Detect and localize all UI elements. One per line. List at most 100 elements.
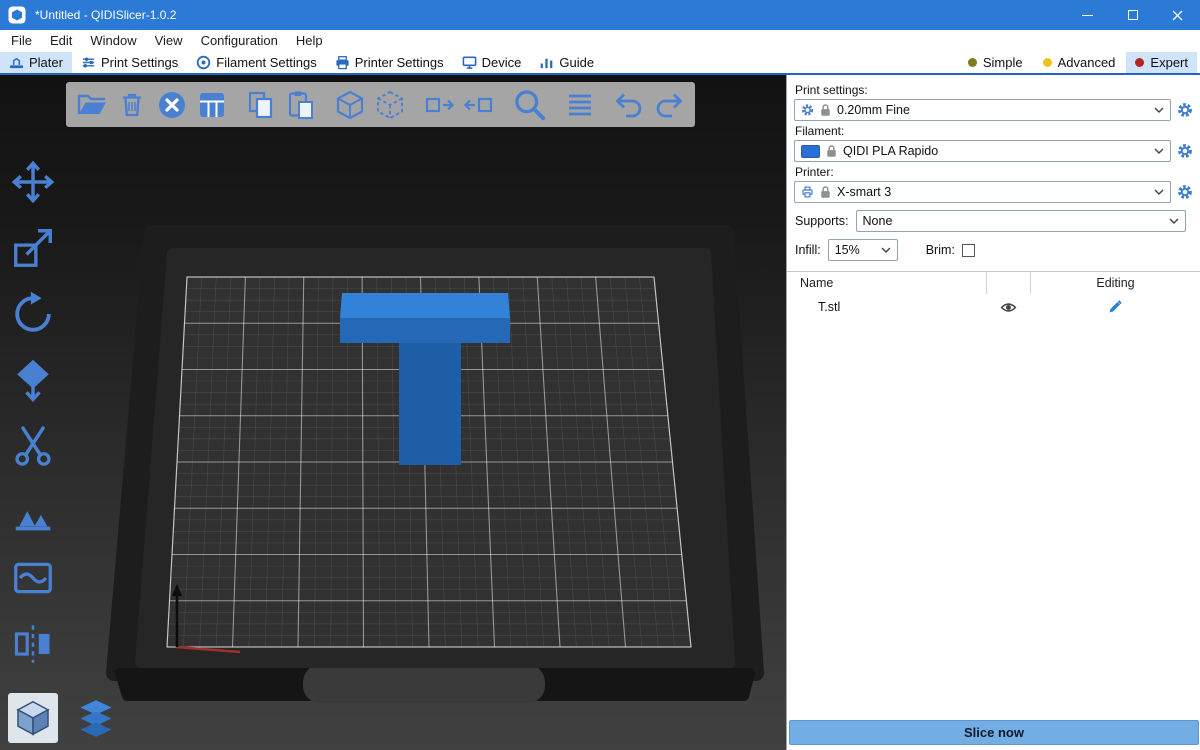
tab-device[interactable]: Device	[453, 52, 531, 73]
place-on-face-icon	[10, 357, 56, 403]
filament-value: QIDI PLA Rapido	[843, 144, 1149, 158]
delete-all-icon	[156, 89, 188, 121]
view-toggles	[8, 693, 121, 743]
window-controls	[1065, 0, 1200, 30]
tab-label: Filament Settings	[216, 55, 316, 70]
brim-label: Brim:	[926, 243, 955, 257]
print-settings-select[interactable]: 0.20mm Fine	[794, 99, 1171, 121]
minimize-button[interactable]	[1065, 0, 1110, 30]
printer-select[interactable]: X-smart 3	[794, 181, 1171, 203]
menu-file[interactable]: File	[2, 30, 41, 52]
print-settings-value: 0.20mm Fine	[837, 103, 1149, 117]
paint-supports-tool[interactable]	[10, 489, 56, 535]
remove-instance-button[interactable]	[463, 89, 495, 121]
arrange-button[interactable]	[196, 89, 228, 121]
window-title: *Untitled - QIDISlicer-1.0.2	[35, 8, 176, 22]
menu-window[interactable]: Window	[81, 30, 145, 52]
tab-guide[interactable]: Guide	[530, 52, 603, 73]
mode-expert[interactable]: Expert	[1126, 52, 1197, 73]
delete-button[interactable]	[116, 89, 148, 121]
split-to-objects-button[interactable]	[334, 89, 366, 121]
mode-label: Simple	[983, 55, 1023, 70]
filament-color-swatch	[801, 145, 820, 158]
view-preview-button[interactable]	[71, 693, 121, 743]
variable-layer-height-button[interactable]	[564, 89, 596, 121]
split-to-parts-button[interactable]	[374, 89, 406, 121]
printer-value: X-smart 3	[837, 185, 1149, 199]
close-icon	[1172, 10, 1183, 21]
tab-filament-settings[interactable]: Filament Settings	[187, 52, 325, 73]
search-button[interactable]	[512, 87, 547, 122]
add-instance-button[interactable]	[423, 89, 455, 121]
rotate-tool[interactable]	[10, 291, 56, 337]
brim-checkbox[interactable]	[962, 244, 975, 257]
tab-label: Device	[482, 55, 522, 70]
menu-view[interactable]: View	[146, 30, 192, 52]
tab-label: Print Settings	[101, 55, 178, 70]
column-name: Name	[787, 272, 986, 294]
tab-plater[interactable]: Plater	[0, 52, 72, 73]
trash-icon	[116, 89, 148, 121]
eye-icon[interactable]	[1000, 299, 1017, 316]
slice-now-button[interactable]: Slice now	[789, 720, 1199, 745]
tab-print-settings[interactable]: Print Settings	[72, 52, 187, 73]
mode-label: Advanced	[1058, 55, 1116, 70]
mirror-tool[interactable]	[10, 621, 56, 667]
print-settings-label: Print settings:	[795, 83, 1195, 97]
menu-help[interactable]: Help	[287, 30, 332, 52]
menubar: File Edit Window View Configuration Help	[0, 30, 1200, 52]
tab-printer-settings[interactable]: Printer Settings	[326, 52, 453, 73]
rotate-icon	[10, 291, 56, 337]
copy-button[interactable]	[245, 89, 277, 121]
app-logo-icon	[8, 6, 26, 24]
object-row[interactable]: T.stl	[787, 294, 1200, 320]
app-window: *Untitled - QIDISlicer-1.0.2 File Edit W…	[0, 0, 1200, 750]
lock-icon	[819, 185, 832, 199]
mode-simple[interactable]: Simple	[959, 52, 1032, 73]
filament-settings-icon	[196, 55, 211, 70]
copy-icon	[245, 89, 277, 121]
tab-label: Plater	[29, 55, 63, 70]
view-3d-editor-button[interactable]	[8, 693, 58, 743]
print-settings-gear-button[interactable]	[1174, 102, 1195, 118]
printer-icon	[801, 185, 814, 199]
cut-tool[interactable]	[10, 423, 56, 469]
scale-tool[interactable]	[10, 225, 56, 271]
menu-configuration[interactable]: Configuration	[192, 30, 287, 52]
maximize-button[interactable]	[1110, 0, 1155, 30]
delete-all-button[interactable]	[156, 89, 188, 121]
printer-gear-button[interactable]	[1174, 184, 1195, 200]
cube-3d-icon	[13, 698, 53, 738]
menu-edit[interactable]: Edit	[41, 30, 81, 52]
seam-painting-tool[interactable]	[10, 555, 56, 601]
column-editing: Editing	[1030, 272, 1200, 294]
redo-button[interactable]	[653, 89, 685, 121]
gear-icon	[1177, 143, 1193, 159]
open-button[interactable]	[76, 89, 108, 121]
lock-icon	[825, 144, 838, 158]
paste-button[interactable]	[285, 89, 317, 121]
close-button[interactable]	[1155, 0, 1200, 30]
lock-icon	[819, 103, 832, 117]
minimize-icon	[1082, 15, 1093, 16]
mode-advanced[interactable]: Advanced	[1034, 52, 1125, 73]
filament-gear-button[interactable]	[1174, 143, 1195, 159]
device-icon	[462, 55, 477, 70]
titlebar: *Untitled - QIDISlicer-1.0.2	[0, 0, 1200, 30]
undo-button[interactable]	[613, 89, 645, 121]
place-on-face-tool[interactable]	[10, 357, 56, 403]
infill-select[interactable]: 15%	[828, 239, 898, 261]
infill-value: 15%	[835, 243, 876, 257]
split-objects-icon	[334, 89, 366, 121]
tab-label: Guide	[559, 55, 594, 70]
move-tool[interactable]	[10, 159, 56, 205]
build-plate	[0, 75, 786, 750]
mode-switcher: Simple Advanced Expert	[959, 52, 1200, 73]
viewport-3d[interactable]	[0, 75, 786, 750]
remove-instance-icon	[463, 89, 495, 121]
edit-icon[interactable]	[1107, 299, 1123, 315]
supports-select[interactable]: None	[856, 210, 1186, 232]
split-parts-icon	[374, 89, 406, 121]
gear-icon	[801, 103, 814, 117]
filament-select[interactable]: QIDI PLA Rapido	[794, 140, 1171, 162]
